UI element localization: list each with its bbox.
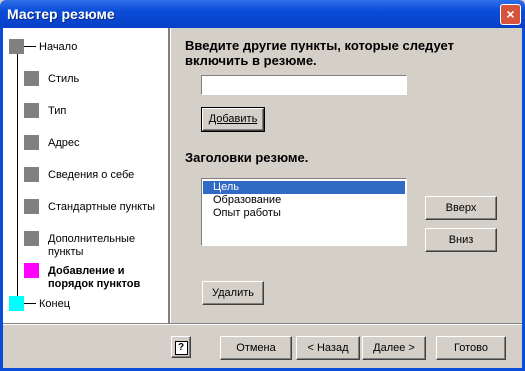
step-about-marker <box>24 167 39 182</box>
step-extra-items-marker <box>24 231 39 246</box>
resume-headings-title: Заголовки резюме. <box>185 150 309 165</box>
step-add-order-current[interactable]: Добавление и порядок пунктов <box>48 265 140 291</box>
step-extra-items-line1: Дополнительные <box>48 233 136 245</box>
step-style-marker <box>24 71 39 86</box>
next-button-label: Далее > <box>373 342 415 354</box>
move-down-label: Вниз <box>448 234 474 246</box>
step-standard-items-marker <box>24 199 39 214</box>
help-button[interactable]: ? <box>171 336 191 358</box>
step-address-marker <box>24 135 39 150</box>
finish-button-label: Готово <box>454 342 488 354</box>
new-item-input[interactable] <box>201 75 407 95</box>
finish-button[interactable]: Готово <box>436 336 506 360</box>
add-button-label: Добавить <box>208 113 258 125</box>
move-up-button[interactable]: Вверх <box>425 196 497 220</box>
list-item[interactable]: Цель <box>203 181 405 194</box>
close-button[interactable]: × <box>500 4 521 25</box>
back-button[interactable]: < Назад <box>296 336 360 360</box>
title-bar[interactable]: Мастер резюме × <box>0 0 525 28</box>
window-title: Мастер резюме <box>7 6 115 22</box>
step-about[interactable]: Сведения о себе <box>48 169 134 182</box>
step-type-marker <box>24 103 39 118</box>
add-items-heading-line2: включить в резюме. <box>185 53 317 68</box>
move-down-button[interactable]: Вниз <box>425 228 497 252</box>
step-extra-items-line2: пункты <box>48 246 84 258</box>
step-address[interactable]: Адрес <box>48 137 80 150</box>
delete-button-label: Удалить <box>212 287 254 299</box>
step-add-order-line1: Добавление и <box>48 265 125 277</box>
step-end[interactable]: Конец <box>39 298 70 311</box>
step-style[interactable]: Стиль <box>48 73 79 86</box>
help-icon: ? <box>174 341 188 355</box>
resume-wizard-window: Мастер резюме × Начало Стиль Тип Адрес С… <box>0 0 525 371</box>
list-item[interactable]: Опыт работы <box>203 207 405 220</box>
panel-separator <box>168 28 171 323</box>
cancel-button[interactable]: Отмена <box>220 336 292 360</box>
add-items-heading-line1: Введите другие пункты, которые следует <box>185 38 454 53</box>
steps-connector-line <box>17 50 18 306</box>
step-standard-items[interactable]: Стандартные пункты <box>48 201 155 214</box>
step-start[interactable]: Начало <box>39 41 77 54</box>
next-button[interactable]: Далее > <box>362 336 426 360</box>
add-button[interactable]: Добавить <box>201 107 265 132</box>
step-type[interactable]: Тип <box>48 105 66 118</box>
step-start-marker <box>9 39 24 54</box>
list-item[interactable]: Образование <box>203 194 405 207</box>
step-end-marker <box>9 296 24 311</box>
back-button-label: < Назад <box>307 342 349 354</box>
cancel-button-label: Отмена <box>236 342 276 354</box>
delete-button[interactable]: Удалить <box>202 281 264 305</box>
step-add-order-marker <box>24 263 39 278</box>
resume-headings-list[interactable]: Цель Образование Опыт работы <box>201 178 407 246</box>
step-extra-items[interactable]: Дополнительные пункты <box>48 233 135 259</box>
move-up-label: Вверх <box>445 202 477 214</box>
footer-separator <box>3 323 522 325</box>
add-items-heading: Введите другие пункты, которые следует в… <box>185 38 454 68</box>
step-add-order-line2: порядок пунктов <box>48 278 141 290</box>
close-icon: × <box>506 6 515 22</box>
